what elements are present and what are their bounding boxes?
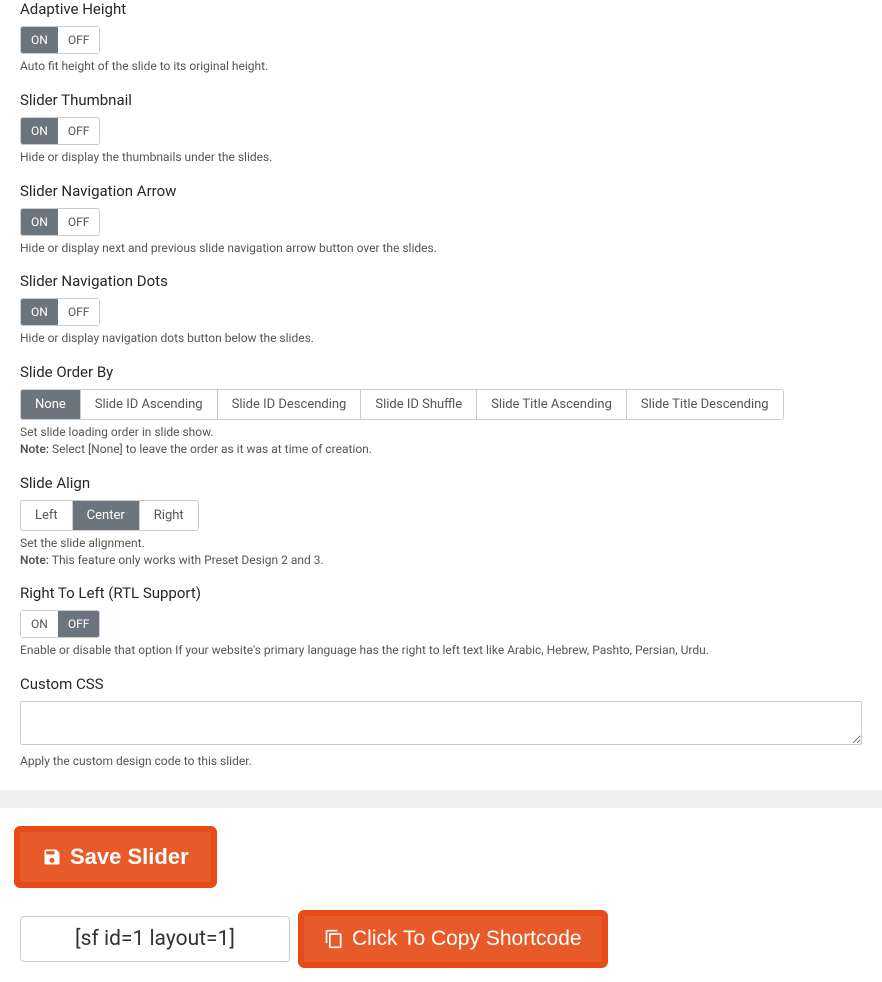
field-nav-dots: Slider Navigation Dots ON OFF Hide or di… [20, 272, 862, 347]
order-by-title-asc[interactable]: Slide Title Ascending [476, 390, 626, 419]
toggle-slider-thumbnail-off[interactable]: OFF [58, 118, 100, 144]
slide-align-right[interactable]: Right [139, 501, 198, 530]
toggle-nav-arrow[interactable]: ON OFF [20, 208, 100, 236]
save-slider-button[interactable]: Save Slider [20, 832, 211, 882]
toggle-nav-arrow-on[interactable]: ON [21, 209, 58, 235]
desc-slider-thumbnail: Hide or display the thumbnails under the… [20, 149, 862, 166]
toggle-slider-thumbnail-on[interactable]: ON [21, 118, 58, 144]
label-slide-align: Slide Align [20, 474, 862, 492]
desc-rtl: Enable or disable that option If your we… [20, 642, 862, 659]
toggle-adaptive-height[interactable]: ON OFF [20, 26, 100, 54]
field-adaptive-height: Adaptive Height ON OFF Auto fit height o… [20, 0, 862, 75]
order-by-id-asc[interactable]: Slide ID Ascending [80, 390, 217, 419]
order-by-none[interactable]: None [21, 390, 80, 419]
copy-icon [324, 929, 344, 949]
toggle-rtl[interactable]: ON OFF [20, 610, 100, 638]
desc-nav-arrow: Hide or display next and previous slide … [20, 240, 862, 257]
label-rtl: Right To Left (RTL Support) [20, 584, 862, 602]
desc-slide-align: Set the slide alignment. Note: This feat… [20, 535, 862, 569]
field-custom-css: Custom CSS Apply the custom design code … [20, 675, 862, 770]
label-nav-arrow: Slider Navigation Arrow [20, 182, 862, 200]
toggle-nav-dots-on[interactable]: ON [21, 299, 58, 325]
save-icon [42, 847, 62, 867]
order-by-title-desc[interactable]: Slide Title Descending [626, 390, 783, 419]
order-by-id-desc[interactable]: Slide ID Descending [217, 390, 361, 419]
shortcode-display: [sf id=1 layout=1] [20, 916, 290, 962]
label-order-by: Slide Order By [20, 363, 862, 381]
toggle-slider-thumbnail[interactable]: ON OFF [20, 117, 100, 145]
label-custom-css: Custom CSS [20, 675, 862, 693]
slide-align-center[interactable]: Center [72, 501, 139, 530]
field-slider-thumbnail: Slider Thumbnail ON OFF Hide or display … [20, 91, 862, 166]
field-rtl: Right To Left (RTL Support) ON OFF Enabl… [20, 584, 862, 659]
field-order-by: Slide Order By None Slide ID Ascending S… [20, 363, 862, 458]
field-slide-align: Slide Align Left Center Right Set the sl… [20, 474, 862, 569]
desc-adaptive-height: Auto fit height of the slide to its orig… [20, 58, 862, 75]
segmented-order-by[interactable]: None Slide ID Ascending Slide ID Descend… [20, 389, 784, 420]
desc-order-by: Set slide loading order in slide show. N… [20, 424, 862, 458]
toggle-nav-arrow-off[interactable]: OFF [58, 209, 100, 235]
footer-panel: Save Slider [sf id=1 layout=1] Click To … [0, 808, 882, 982]
toggle-adaptive-height-on[interactable]: ON [21, 27, 58, 53]
desc-custom-css: Apply the custom design code to this sli… [20, 753, 862, 770]
copy-shortcode-label: Click To Copy Shortcode [352, 927, 582, 951]
copy-shortcode-button[interactable]: Click To Copy Shortcode [304, 916, 602, 962]
toggle-nav-dots-off[interactable]: OFF [58, 299, 100, 325]
segmented-slide-align[interactable]: Left Center Right [20, 500, 199, 531]
toggle-adaptive-height-off[interactable]: OFF [58, 27, 100, 53]
custom-css-input[interactable] [20, 701, 862, 745]
save-slider-label: Save Slider [70, 844, 189, 870]
label-adaptive-height: Adaptive Height [20, 0, 862, 18]
label-slider-thumbnail: Slider Thumbnail [20, 91, 862, 109]
field-nav-arrow: Slider Navigation Arrow ON OFF Hide or d… [20, 182, 862, 257]
desc-nav-dots: Hide or display navigation dots button b… [20, 330, 862, 347]
toggle-nav-dots[interactable]: ON OFF [20, 298, 100, 326]
slide-align-left[interactable]: Left [21, 501, 72, 530]
label-nav-dots: Slider Navigation Dots [20, 272, 862, 290]
toggle-rtl-off[interactable]: OFF [58, 611, 100, 637]
toggle-rtl-on[interactable]: ON [21, 611, 58, 637]
order-by-id-shuffle[interactable]: Slide ID Shuffle [360, 390, 476, 419]
